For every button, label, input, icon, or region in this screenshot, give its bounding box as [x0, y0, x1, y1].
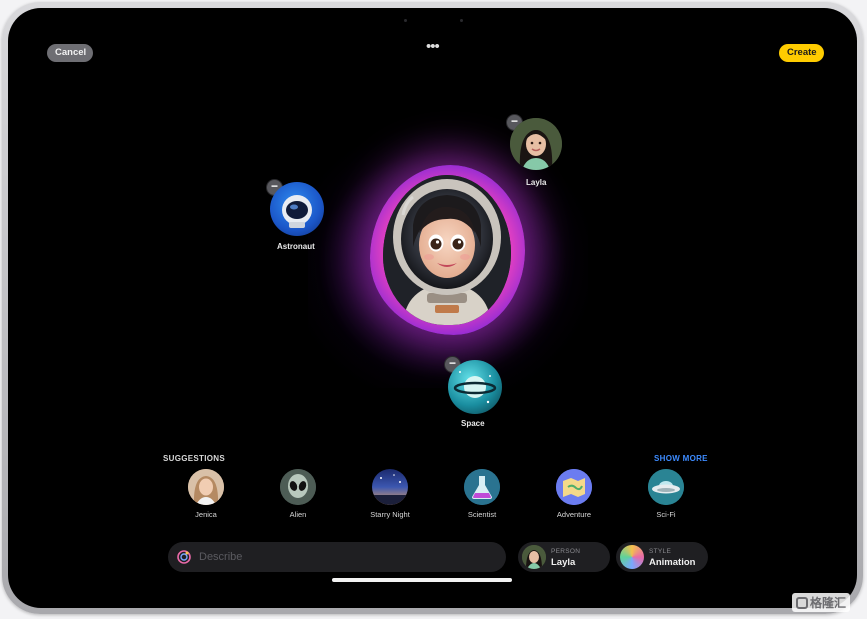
suggestion-label: Sci-Fi [656, 510, 676, 519]
suggestion-scientist[interactable] [464, 469, 500, 505]
suggestion-label: Starry Night [370, 510, 410, 519]
cancel-button[interactable]: Cancel [47, 44, 93, 62]
describe-input[interactable]: Describe [168, 542, 506, 572]
layla-label: Layla [526, 178, 547, 187]
astronaut-label: Astronaut [277, 242, 315, 251]
ufo-icon [648, 469, 684, 505]
alien-icon [280, 469, 316, 505]
starry-night-icon [372, 474, 408, 505]
style-caption: STYLE [649, 548, 672, 555]
flask-icon [464, 469, 500, 505]
suggestion-label: Alien [289, 510, 307, 519]
person-caption: PERSON [551, 548, 581, 555]
suggestion-label: Scientist [467, 510, 497, 519]
suggestion-adventure[interactable] [556, 469, 592, 505]
sensor-dot [460, 19, 463, 22]
suggestion-alien[interactable] [280, 469, 316, 505]
astronaut-avatar-illustration [383, 175, 511, 325]
create-button[interactable]: Create [779, 44, 824, 62]
person-value: Layla [551, 557, 576, 568]
layla-person-chip[interactable] [510, 118, 562, 170]
suggestion-jenica[interactable] [188, 469, 224, 505]
suggestions-title: SUGGESTIONS [163, 454, 225, 463]
suggestion-label: Adventure [556, 510, 592, 519]
person-selector[interactable]: PERSON Layla [518, 542, 610, 572]
astronaut-concept-chip[interactable] [270, 182, 324, 236]
space-concept-chip[interactable] [448, 360, 502, 414]
home-indicator[interactable] [332, 578, 512, 582]
style-value: Animation [649, 557, 696, 568]
layla-photo [510, 118, 562, 170]
describe-placeholder: Describe [199, 551, 243, 563]
suggestion-label: Jenica [195, 510, 217, 519]
style-selector[interactable]: STYLE Animation [616, 542, 708, 572]
generated-image[interactable] [383, 175, 511, 325]
jenica-photo [188, 469, 224, 505]
map-icon [556, 469, 592, 505]
image-playground-icon [177, 550, 191, 564]
watermark-logo: 格隆汇 [792, 593, 851, 612]
watermark-g-icon [796, 597, 808, 609]
planet-icon [453, 371, 497, 404]
show-more-link[interactable]: SHOW MORE [654, 454, 708, 463]
camera-dot [404, 19, 407, 22]
ipad-frame: Cancel ••• Create − Astronaut − Layla − … [2, 2, 863, 614]
astronaut-icon [282, 195, 312, 228]
suggestion-sci-fi[interactable] [648, 469, 684, 505]
person-avatar [522, 545, 546, 569]
suggestion-starry-night[interactable] [372, 469, 408, 505]
style-icon [620, 545, 644, 569]
watermark-text: 格隆汇 [810, 596, 847, 610]
screen: Cancel ••• Create − Astronaut − Layla − … [8, 8, 857, 608]
ellipsis-icon[interactable]: ••• [426, 38, 440, 55]
space-label: Space [461, 419, 485, 428]
